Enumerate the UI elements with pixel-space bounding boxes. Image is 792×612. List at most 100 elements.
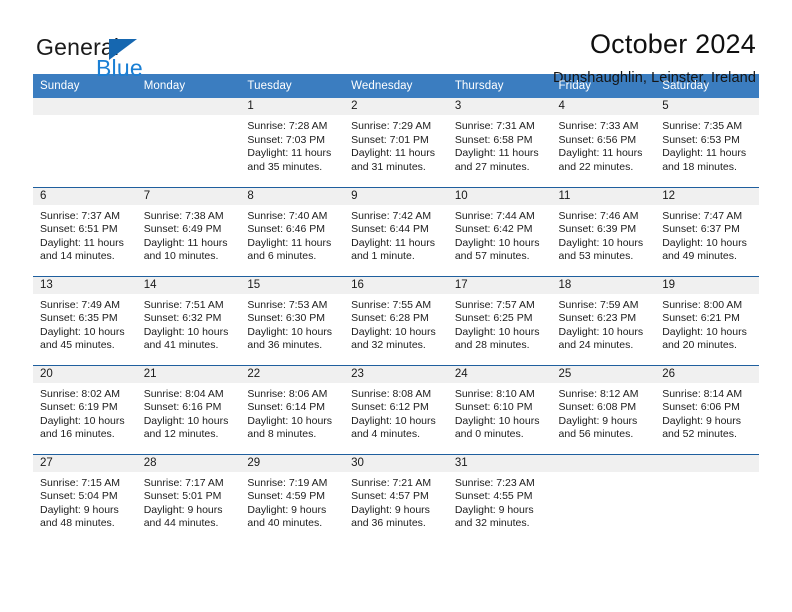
- day-number: 18: [551, 276, 656, 294]
- day-number: 28: [136, 454, 241, 472]
- calendar-day-cell[interactable]: 15 Sunrise: 7:53 AM Sunset: 6:30 PM Dayligh…: [240, 275, 345, 365]
- calendar-day-cell[interactable]: 10 Sunrise: 7:44 AM Sunset: 6:42 PM Dayligh…: [447, 186, 552, 276]
- calendar-day-cell[interactable]: 8 Sunrise: 7:40 AM Sunset: 6:46 PM Daylight…: [240, 186, 345, 276]
- day-details: Sunrise: 7:35 AM Sunset: 6:53 PM Daylight:…: [655, 115, 759, 174]
- calendar-week-row: 6 Sunrise: 7:37 AM Sunset: 6:51 PM Daylight…: [33, 186, 759, 276]
- day-number: 11: [551, 187, 656, 205]
- calendar-day-cell[interactable]: 24 Sunrise: 8:10 AM Sunset: 6:10 PM Dayligh…: [447, 364, 552, 454]
- calendar-day-cell[interactable]: 25 Sunrise: 8:12 AM Sunset: 6:08 PM Dayligh…: [551, 364, 656, 454]
- calendar-day-cell[interactable]: 12 Sunrise: 7:47 AM Sunset: 6:37 PM Dayligh…: [655, 186, 759, 276]
- calendar-day-cell[interactable]: 31 Sunrise: 7:23 AM Sunset: 4:55 PM Dayligh…: [447, 453, 552, 543]
- day-daylight2-text: and 40 minutes.: [247, 517, 323, 530]
- day-daylight2-text: and 0 minutes.: [454, 428, 524, 441]
- calendar-day-cell[interactable]: 30 Sunrise: 7:21 AM Sunset: 4:57 PM Dayligh…: [344, 453, 448, 543]
- title-block: October 2024 Dunshaughlin, Leinster, Ire…: [553, 29, 756, 85]
- day-sunset-text: Sunset: 4:55 PM: [454, 490, 533, 503]
- page-header: General Blue October 2024 Dunshaughlin, …: [0, 0, 792, 85]
- calendar-day-cell[interactable]: 28 Sunrise: 7:17 AM Sunset: 5:01 PM Dayligh…: [136, 453, 241, 543]
- day-number: 4: [551, 98, 656, 115]
- day-daylight2-text: and 4 minutes.: [351, 428, 420, 441]
- calendar-day-cell[interactable]: 18 Sunrise: 7:59 AM Sunset: 6:23 PM Dayligh…: [551, 275, 656, 365]
- day-daylight2-text: and 24 minutes.: [558, 339, 634, 352]
- calendar-day-cell[interactable]: 21 Sunrise: 8:04 AM Sunset: 6:16 PM Dayligh…: [136, 364, 241, 454]
- day-sunset-text: Sunset: 6:12 PM: [351, 401, 429, 414]
- calendar-day-cell[interactable]: 20 Sunrise: 8:02 AM Sunset: 6:19 PM Dayligh…: [33, 364, 137, 454]
- calendar-day-cell[interactable]: 9 Sunrise: 7:42 AM Sunset: 6:44 PM Daylight…: [344, 186, 448, 276]
- calendar-day-cell[interactable]: 19 Sunrise: 8:00 AM Sunset: 6:21 PM Dayligh…: [655, 275, 759, 365]
- day-number: 14: [136, 276, 241, 294]
- day-number: 26: [655, 365, 759, 383]
- day-sunset-text: Sunset: 6:32 PM: [143, 312, 222, 325]
- calendar-day-cell[interactable]: 16 Sunrise: 7:55 AM Sunset: 6:28 PM Dayligh…: [344, 275, 448, 365]
- day-details: Sunrise: 7:31 AM Sunset: 6:58 PM Daylight:…: [448, 115, 552, 174]
- calendar-day-cell[interactable]: 13 Sunrise: 7:49 AM Sunset: 6:35 PM Dayligh…: [33, 275, 137, 365]
- calendar-day-cell[interactable]: 3 Sunrise: 7:31 AM Sunset: 6:58 PM Daylight…: [447, 98, 552, 187]
- day-details: Sunrise: 8:12 AM Sunset: 6:08 PM Daylight:…: [552, 383, 656, 442]
- day-number: 20: [33, 365, 137, 383]
- day-details: Sunrise: 7:40 AM Sunset: 6:46 PM Daylight:…: [240, 205, 344, 264]
- calendar-day-cell[interactable]: [33, 98, 137, 187]
- calendar-day-cell[interactable]: [136, 98, 241, 187]
- day-sunset-text: Sunset: 6:06 PM: [662, 401, 740, 414]
- logo-text-blue: Blue: [96, 55, 143, 81]
- calendar-day-cell[interactable]: 14 Sunrise: 7:51 AM Sunset: 6:32 PM Dayligh…: [136, 275, 241, 365]
- day-sunset-text: Sunset: 6:19 PM: [40, 401, 118, 414]
- calendar-week-row: 20 Sunrise: 8:02 AM Sunset: 6:19 PM Dayligh…: [33, 364, 759, 454]
- day-number: 15: [240, 276, 345, 294]
- calendar-day-cell[interactable]: 1 Sunrise: 7:28 AM Sunset: 7:03 PM Daylight…: [240, 98, 345, 187]
- calendar-day-cell[interactable]: 5 Sunrise: 7:35 AM Sunset: 6:53 PM Daylight…: [655, 98, 759, 187]
- calendar-day-cell[interactable]: [655, 453, 759, 543]
- day-number: 7: [136, 187, 241, 205]
- day-number: 13: [33, 276, 137, 294]
- calendar-day-cell[interactable]: 2 Sunrise: 7:29 AM Sunset: 7:01 PM Daylight…: [344, 98, 448, 187]
- day-daylight2-text: and 27 minutes.: [454, 160, 530, 173]
- day-sunrise-text: Sunrise: 8:14 AM: [662, 387, 743, 400]
- day-details: Sunrise: 7:33 AM Sunset: 6:56 PM Daylight:…: [552, 115, 656, 174]
- calendar-day-cell[interactable]: 27 Sunrise: 7:15 AM Sunset: 5:04 PM Dayligh…: [33, 453, 137, 543]
- day-sunset-text: Sunset: 6:30 PM: [247, 312, 326, 325]
- day-sunset-text: Sunset: 4:59 PM: [247, 490, 326, 503]
- day-daylight1-text: Daylight: 9 hours: [351, 503, 430, 516]
- day-details: Sunrise: 7:17 AM Sunset: 5:01 PM Daylight:…: [137, 472, 241, 531]
- day-number: 2: [344, 98, 448, 115]
- day-daylight1-text: Daylight: 10 hours: [351, 414, 436, 427]
- calendar-day-cell[interactable]: 17 Sunrise: 7:57 AM Sunset: 6:25 PM Dayligh…: [447, 275, 552, 365]
- day-sunset-text: Sunset: 6:53 PM: [662, 133, 740, 146]
- calendar-week-row: 27 Sunrise: 7:15 AM Sunset: 5:04 PM Dayligh…: [33, 453, 759, 543]
- day-sunset-text: Sunset: 6:10 PM: [454, 401, 533, 414]
- day-daylight1-text: Daylight: 10 hours: [558, 325, 644, 338]
- day-daylight1-text: Daylight: 9 hours: [662, 414, 742, 427]
- weekday-header-tuesday: Tuesday: [240, 74, 345, 98]
- calendar-day-cell[interactable]: 23 Sunrise: 8:08 AM Sunset: 6:12 PM Dayligh…: [344, 364, 448, 454]
- day-number: [136, 98, 241, 115]
- day-details: Sunrise: 8:02 AM Sunset: 6:19 PM Daylight:…: [33, 383, 137, 442]
- calendar-day-cell[interactable]: 26 Sunrise: 8:14 AM Sunset: 6:06 PM Dayligh…: [655, 364, 759, 454]
- day-sunset-text: Sunset: 6:42 PM: [454, 223, 533, 236]
- day-details: Sunrise: 8:00 AM Sunset: 6:21 PM Daylight:…: [655, 294, 759, 353]
- day-details: Sunrise: 7:19 AM Sunset: 4:59 PM Daylight:…: [240, 472, 344, 531]
- calendar-day-cell[interactable]: 29 Sunrise: 7:19 AM Sunset: 4:59 PM Dayligh…: [240, 453, 345, 543]
- calendar-day-cell[interactable]: 11 Sunrise: 7:46 AM Sunset: 6:39 PM Dayligh…: [551, 186, 656, 276]
- day-daylight1-text: Daylight: 10 hours: [454, 414, 540, 427]
- day-daylight2-text: and 18 minutes.: [662, 160, 737, 173]
- day-sunset-text: Sunset: 7:01 PM: [351, 133, 429, 146]
- day-daylight2-text: and 48 minutes.: [40, 517, 115, 530]
- day-details: Sunrise: 7:29 AM Sunset: 7:01 PM Daylight:…: [344, 115, 448, 174]
- calendar-day-cell[interactable]: 4 Sunrise: 7:33 AM Sunset: 6:56 PM Daylight…: [551, 98, 656, 187]
- day-details: Sunrise: 7:21 AM Sunset: 4:57 PM Daylight:…: [344, 472, 448, 531]
- day-daylight2-text: and 36 minutes.: [247, 339, 323, 352]
- day-number: 17: [447, 276, 552, 294]
- day-sunrise-text: Sunrise: 7:59 AM: [558, 298, 639, 311]
- day-daylight2-text: and 1 minute.: [351, 250, 415, 263]
- day-daylight2-text: and 6 minutes.: [247, 250, 317, 263]
- calendar-day-cell[interactable]: [551, 453, 656, 543]
- day-daylight1-text: Daylight: 10 hours: [40, 325, 125, 338]
- day-sunset-text: Sunset: 6:49 PM: [143, 223, 222, 236]
- calendar-day-cell[interactable]: 7 Sunrise: 7:38 AM Sunset: 6:49 PM Daylight…: [136, 186, 241, 276]
- calendar-body: 1 Sunrise: 7:28 AM Sunset: 7:03 PM Daylight…: [33, 98, 759, 543]
- day-sunrise-text: Sunrise: 7:28 AM: [247, 120, 328, 132]
- day-daylight1-text: Daylight: 9 hours: [454, 503, 534, 516]
- day-daylight1-text: Daylight: 10 hours: [143, 414, 229, 427]
- calendar-day-cell[interactable]: 6 Sunrise: 7:37 AM Sunset: 6:51 PM Daylight…: [33, 186, 137, 276]
- calendar-day-cell[interactable]: 22 Sunrise: 8:06 AM Sunset: 6:14 PM Dayligh…: [240, 364, 345, 454]
